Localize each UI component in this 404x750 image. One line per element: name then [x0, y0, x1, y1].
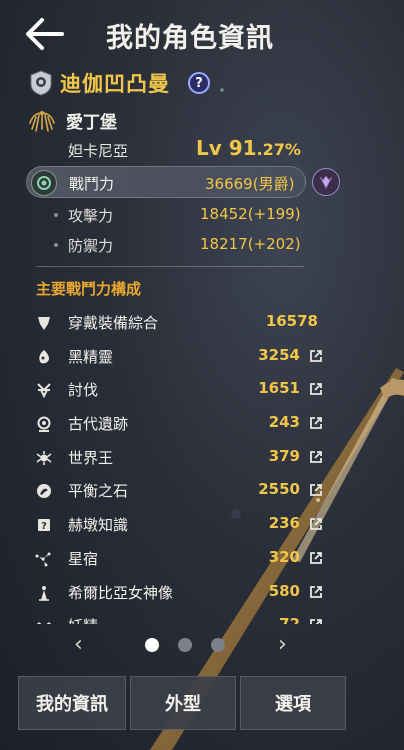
tab-appearance[interactable]: 外型 [130, 676, 236, 730]
server-level-row: 妲卡尼亞 Lv 91.27% [68, 136, 308, 164]
list-item-value: 236 [268, 514, 300, 533]
character-level: Lv 91.27% [196, 136, 301, 160]
list-item: 星宿 320 [34, 542, 324, 576]
combat-power-breakdown-list[interactable]: 穿戴裝備綜合 16578 黑精靈 3254 討伐 1651 古代遺跡 243 世… [34, 306, 324, 624]
attack-stat-row: 攻擊力 18452(+199) [54, 204, 304, 226]
rank-crest-icon[interactable] [312, 168, 340, 196]
subjugation-icon [34, 380, 54, 400]
list-item-label: 穿戴裝備綜合 [68, 314, 159, 332]
external-link-icon[interactable] [308, 482, 324, 498]
back-arrow-icon[interactable] [22, 14, 66, 54]
list-item-value: 16578 [265, 312, 318, 330]
bullet-dot [54, 213, 58, 217]
list-item: ? 赫墩知識 236 [34, 508, 324, 542]
character-name-row: 迪伽凹凸曼 ? [30, 68, 210, 98]
list-item-value: 72 [279, 615, 300, 624]
list-item-label: 星宿 [68, 549, 99, 568]
list-item-label: 黑精靈 [68, 347, 114, 366]
knowledge-icon: ? [34, 515, 54, 535]
external-link-icon[interactable] [308, 584, 324, 600]
bullet-dot [54, 243, 58, 247]
goddess-statue-icon [34, 583, 54, 603]
external-link-icon[interactable] [308, 381, 324, 397]
fairy-icon [34, 616, 54, 624]
page-indicator: ‹ › [60, 632, 300, 658]
svg-text:?: ? [41, 521, 47, 532]
list-item: 世界王 379 [34, 441, 324, 475]
page-dot-3[interactable] [211, 638, 225, 652]
help-icon[interactable]: ? [188, 72, 210, 94]
list-item: 討伐 1651 [34, 373, 324, 407]
list-item-value: 379 [268, 446, 300, 465]
prev-page-button[interactable]: ‹ [74, 632, 83, 657]
external-link-icon[interactable] [308, 348, 324, 364]
balance-stone-icon [34, 481, 54, 501]
defense-label: 防禦力 [68, 237, 114, 255]
list-item: 黑精靈 3254 [34, 340, 324, 374]
next-page-button[interactable]: › [278, 632, 287, 657]
list-item: 平衡之石 2550 [34, 474, 324, 508]
guild-row: 愛丁堡 [28, 108, 117, 133]
external-link-icon[interactable] [308, 550, 324, 566]
external-link-icon[interactable] [308, 516, 324, 532]
list-item: 穿戴裝備綜合 16578 [34, 306, 324, 340]
list-item: 妖精 72 [34, 609, 324, 624]
tab-options[interactable]: 選項 [240, 676, 346, 730]
guild-name: 愛丁堡 [66, 113, 117, 133]
page-title: 我的角色資訊 [106, 23, 274, 54]
list-item-value: 580 [268, 581, 300, 600]
armor-icon [34, 313, 54, 333]
list-item-label: 古代遺跡 [68, 415, 129, 434]
list-item-label: 世界王 [68, 448, 114, 467]
list-item-value: 320 [268, 547, 300, 566]
combat-power-label: 戰鬥力 [69, 175, 115, 193]
section-divider [36, 266, 304, 267]
defense-stat-row: 防禦力 18217(+202) [54, 234, 304, 256]
page-dot-2[interactable] [178, 638, 192, 652]
list-item-value: 3254 [258, 345, 300, 364]
character-name: 迪伽凹凸曼 [60, 72, 170, 96]
attack-label: 攻擊力 [68, 207, 114, 225]
list-item: 古代遺跡 243 [34, 407, 324, 441]
combat-power-value: 36669(男爵) [205, 175, 295, 193]
list-item-label: 妖精 [68, 615, 98, 624]
constellation-icon [34, 549, 54, 569]
external-link-icon[interactable] [308, 617, 324, 624]
attack-value: 18452(+199) [200, 205, 301, 223]
list-item-label: 平衡之石 [68, 482, 129, 501]
class-emblem-icon [30, 70, 52, 96]
list-item-label: 希爾比亞女神像 [68, 583, 174, 602]
black-spirit-icon [34, 347, 54, 367]
breakdown-title: 主要戰鬥力構成 [36, 280, 142, 298]
ancient-ruins-icon [34, 414, 54, 434]
world-boss-icon [34, 448, 54, 468]
combat-power-icon [31, 170, 57, 196]
list-item: 希爾比亞女神像 580 [34, 576, 324, 610]
external-link-icon[interactable] [308, 449, 324, 465]
level-value: Lv 91 [196, 136, 257, 160]
page-dot-1[interactable] [145, 638, 159, 652]
combat-power-bar[interactable]: 戰鬥力 36669(男爵) [26, 166, 306, 198]
server-name: 妲卡尼亞 [68, 142, 129, 160]
tab-my-info[interactable]: 我的資訊 [18, 676, 126, 730]
list-item-label: 討伐 [68, 381, 99, 400]
list-item-label: 赫墩知識 [68, 516, 129, 535]
guild-emblem-icon [29, 110, 55, 132]
list-item-value: 243 [268, 413, 300, 432]
header: 我的角色資訊 [0, 0, 404, 68]
level-percent: .27% [256, 140, 301, 159]
external-link-icon[interactable] [308, 415, 324, 431]
list-item-value: 1651 [258, 379, 300, 398]
list-item-value: 2550 [258, 480, 300, 499]
defense-value: 18217(+202) [200, 235, 301, 253]
